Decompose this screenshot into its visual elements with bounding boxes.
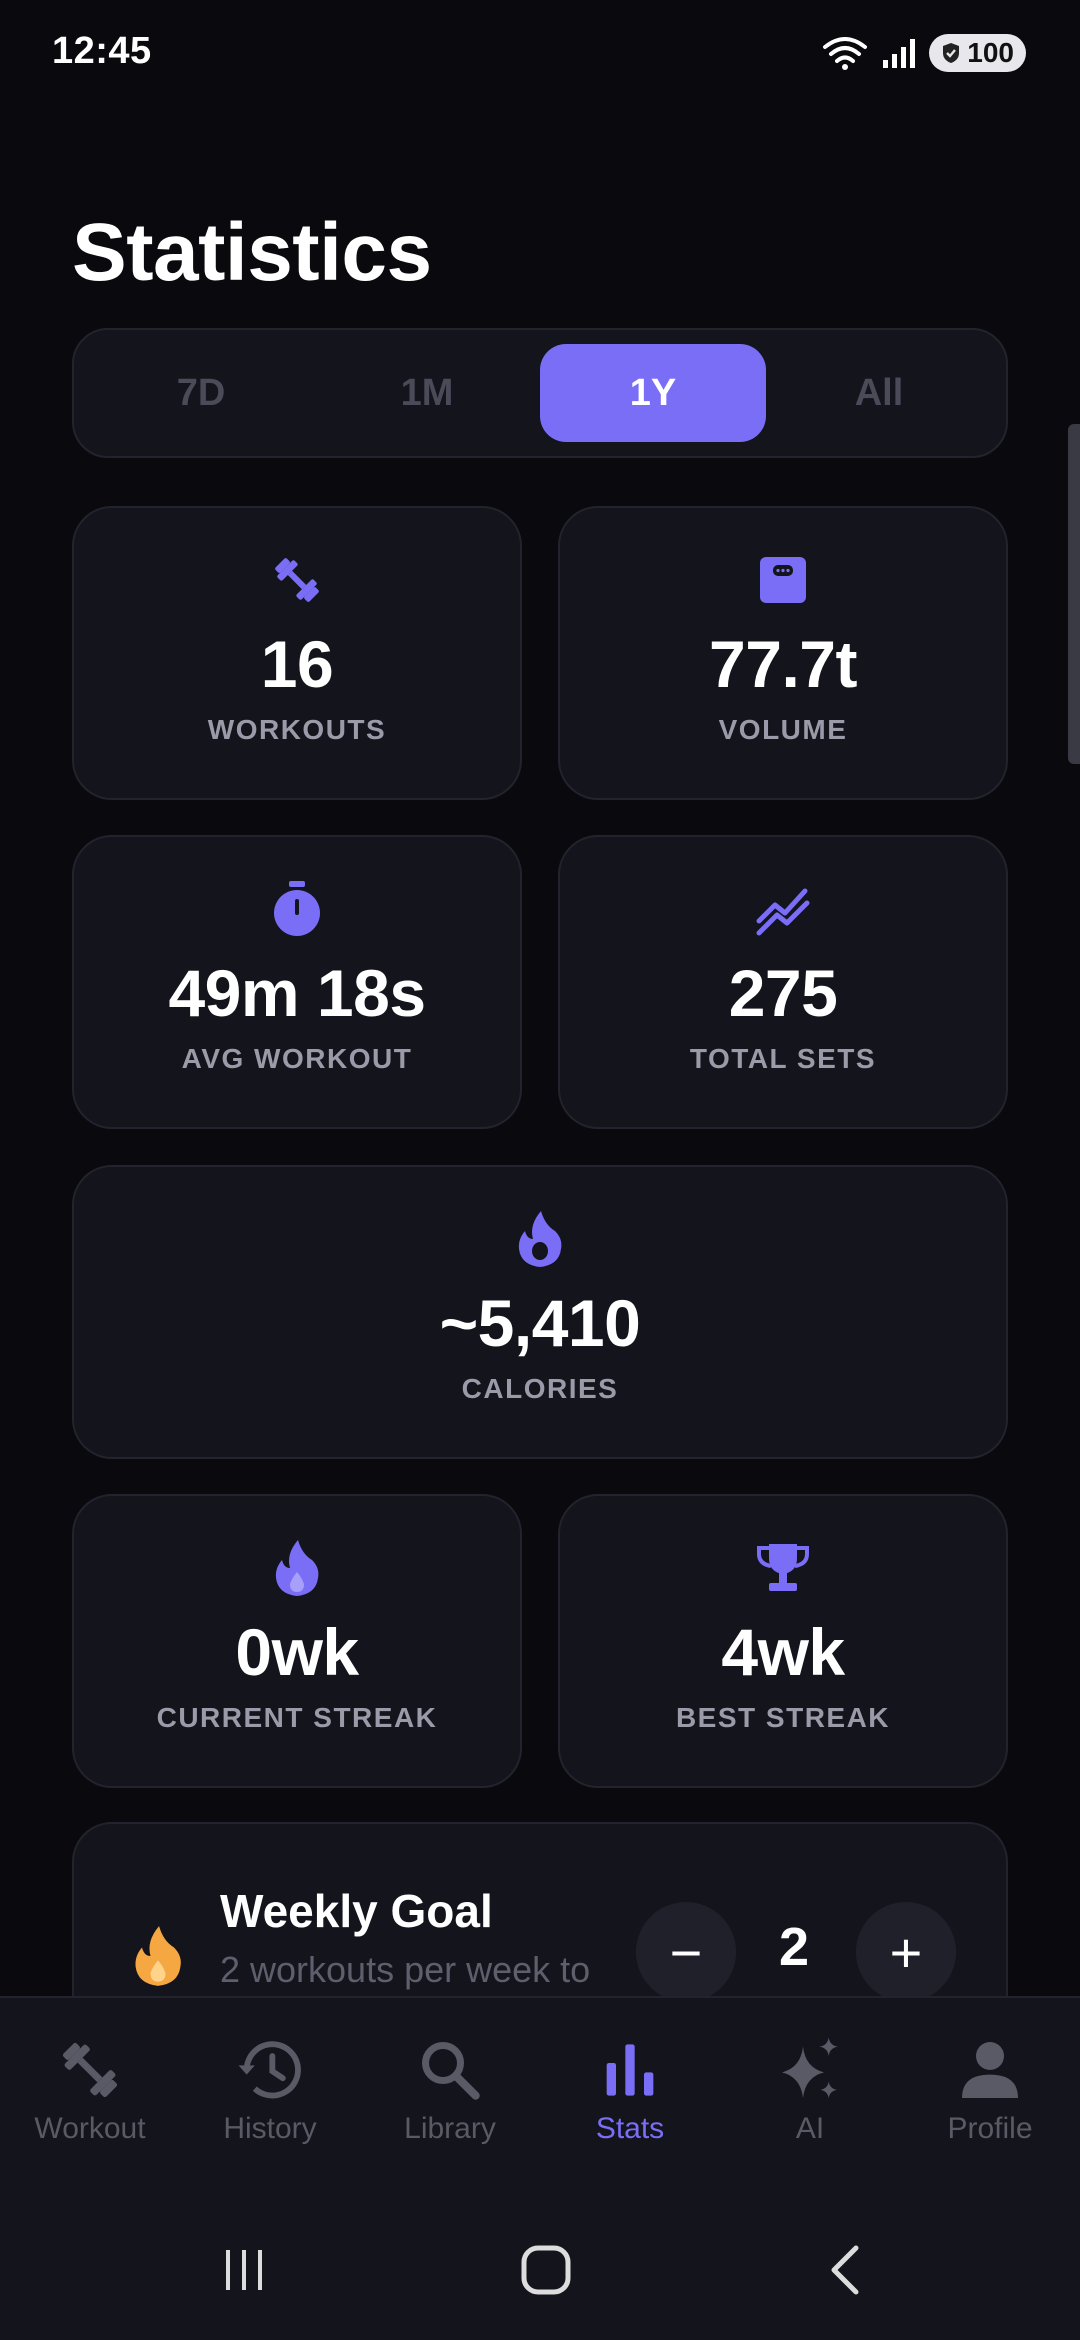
search-icon bbox=[414, 2034, 486, 2106]
status-icons: 100 bbox=[821, 34, 1026, 72]
stat-value: 275 bbox=[728, 956, 838, 1030]
person-icon bbox=[954, 2034, 1026, 2106]
nav-ai[interactable]: AI bbox=[720, 2034, 900, 2146]
trend-icon bbox=[751, 877, 815, 941]
stat-value: 49m 18s bbox=[168, 956, 426, 1030]
status-time: 12:45 bbox=[52, 30, 152, 72]
nav-label: Stats bbox=[595, 2112, 665, 2145]
battery-indicator: 100 bbox=[929, 34, 1026, 72]
nav-label: Workout bbox=[34, 2112, 146, 2145]
nav-stats[interactable]: Stats bbox=[540, 2034, 720, 2146]
fire-icon bbox=[265, 1536, 329, 1600]
weekly-goal-subtitle: 2 workouts per week to bbox=[220, 1949, 591, 1990]
scrollbar[interactable] bbox=[1068, 424, 1080, 764]
stat-value: 4wk bbox=[721, 1615, 845, 1689]
stat-label: VOLUME bbox=[718, 714, 848, 745]
system-nav-bar bbox=[0, 2230, 1080, 2310]
stat-label: CALORIES bbox=[461, 1373, 619, 1404]
stat-card-avg-workout: 49m 18s AVG WORKOUT bbox=[72, 835, 522, 1129]
range-selector: 7D 1M 1Y All bbox=[72, 328, 1008, 458]
stat-label: CURRENT STREAK bbox=[156, 1702, 438, 1733]
recents-button[interactable] bbox=[204, 2230, 284, 2310]
stat-value: 77.7t bbox=[709, 627, 857, 701]
flame-icon bbox=[508, 1207, 572, 1271]
scale-icon bbox=[751, 548, 815, 612]
shield-icon bbox=[943, 43, 960, 63]
stat-card-volume: 77.7t VOLUME bbox=[558, 506, 1008, 800]
stat-card-best-streak: 4wk BEST STREAK bbox=[558, 1494, 1008, 1788]
nav-label: Library bbox=[404, 2112, 496, 2145]
stat-card-calories: ~5,410 CALORIES bbox=[72, 1165, 1008, 1459]
nav-profile[interactable]: Profile bbox=[900, 2034, 1080, 2146]
tab-7d[interactable]: 7D bbox=[88, 344, 314, 442]
stat-value: 16 bbox=[260, 627, 334, 701]
increase-goal-button[interactable]: + bbox=[856, 1902, 956, 2002]
status-bar: 12:45 100 bbox=[0, 0, 1080, 110]
stat-value: 0wk bbox=[235, 1615, 359, 1689]
stat-label: AVG WORKOUT bbox=[181, 1043, 413, 1074]
stat-card-total-sets: 275 TOTAL SETS bbox=[558, 835, 1008, 1129]
stat-value: ~5,410 bbox=[439, 1286, 641, 1360]
weekly-goal-value: 2 bbox=[778, 1917, 810, 1977]
back-icon bbox=[831, 2245, 859, 2295]
trophy-icon bbox=[751, 1536, 815, 1600]
nav-label: Profile bbox=[947, 2112, 1033, 2145]
stat-label: WORKOUTS bbox=[207, 714, 387, 745]
nav-library[interactable]: Library bbox=[360, 2034, 540, 2146]
battery-level: 100 bbox=[967, 37, 1014, 68]
nav-workout[interactable]: Workout bbox=[0, 2034, 180, 2146]
screen: 12:45 100 Statistics 7D 1M 1Y All 16 WOR… bbox=[0, 0, 1080, 2340]
wifi-icon bbox=[823, 37, 868, 70]
stat-label: TOTAL SETS bbox=[689, 1043, 877, 1074]
tab-all[interactable]: All bbox=[766, 344, 992, 442]
stat-label: BEST STREAK bbox=[675, 1702, 891, 1733]
weekly-goal-title: Weekly Goal bbox=[220, 1885, 493, 1937]
tab-1m[interactable]: 1M bbox=[314, 344, 540, 442]
home-button[interactable] bbox=[506, 2230, 586, 2310]
recents-icon bbox=[226, 2250, 262, 2290]
stopwatch-icon bbox=[265, 877, 329, 941]
signal-icon bbox=[883, 39, 916, 68]
page-title: Statistics bbox=[72, 207, 432, 298]
nav-label: History bbox=[223, 2112, 317, 2145]
stat-card-current-streak: 0wk CURRENT STREAK bbox=[72, 1494, 522, 1788]
nav-history[interactable]: History bbox=[180, 2034, 360, 2146]
flame-icon bbox=[135, 1926, 181, 1986]
stat-card-workouts: 16 WORKOUTS bbox=[72, 506, 522, 800]
nav-label: AI bbox=[795, 2112, 825, 2145]
back-button[interactable] bbox=[808, 2230, 888, 2310]
history-icon bbox=[234, 2034, 306, 2106]
bar-chart-icon bbox=[594, 2034, 666, 2106]
sparkle-icon bbox=[774, 2034, 846, 2106]
decrease-goal-button[interactable]: − bbox=[636, 1902, 736, 2002]
dumbbell-icon bbox=[265, 548, 329, 612]
tab-1y[interactable]: 1Y bbox=[540, 344, 766, 442]
home-icon bbox=[521, 2245, 571, 2295]
dumbbell-icon bbox=[54, 2034, 126, 2106]
